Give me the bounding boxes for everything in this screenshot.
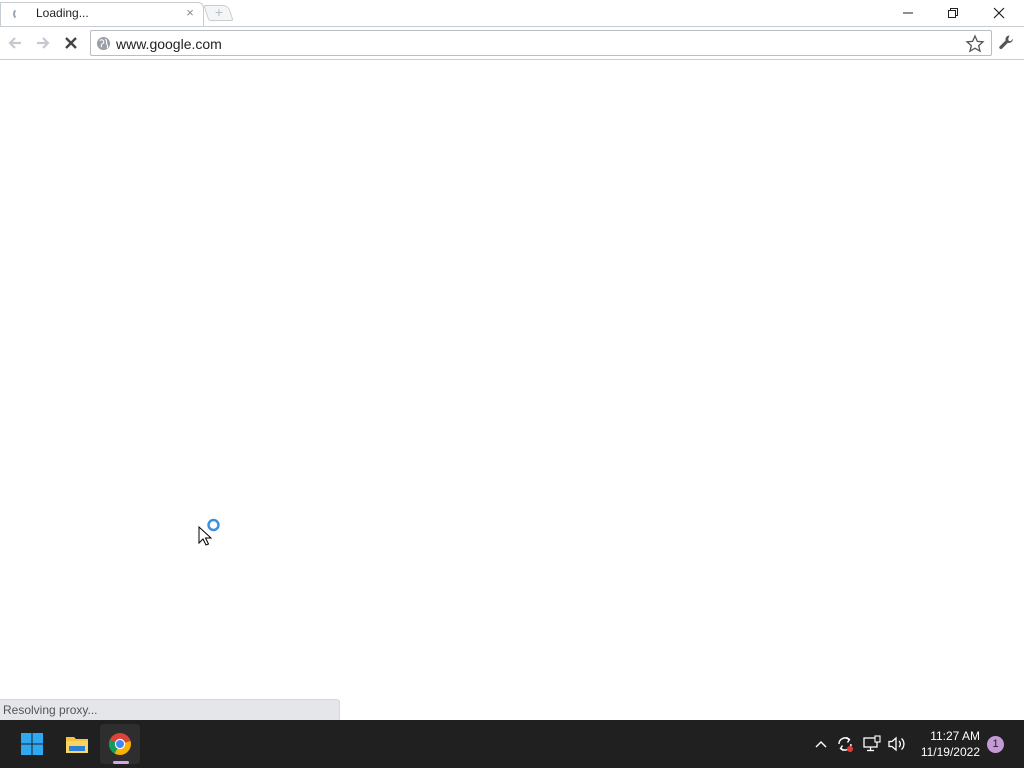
notification-badge[interactable]: 1 xyxy=(987,736,1004,753)
clock-date: 11/19/2022 xyxy=(920,745,980,759)
new-tab-plus-icon: + xyxy=(214,4,224,20)
volume-tray-button[interactable] xyxy=(887,734,907,754)
tab-title: Loading... xyxy=(36,6,89,20)
status-text: Resolving proxy... xyxy=(3,703,98,717)
minimize-button[interactable] xyxy=(885,0,931,26)
network-icon xyxy=(863,735,881,752)
forward-button[interactable] xyxy=(32,32,56,54)
busy-cursor-icon xyxy=(198,518,220,546)
maximize-button[interactable] xyxy=(930,0,976,26)
restore-icon xyxy=(948,8,958,18)
back-arrow-icon xyxy=(8,37,21,49)
url-text: www.google.com xyxy=(116,36,222,52)
settings-menu-button[interactable] xyxy=(996,32,1018,54)
chevron-up-icon xyxy=(815,741,827,748)
tab-strip: Loading... × + xyxy=(0,0,1024,26)
minimize-icon xyxy=(903,12,913,14)
file-explorer-icon xyxy=(66,737,88,753)
status-bubble: Resolving proxy... xyxy=(0,699,340,720)
clock-time: 11:27 AM xyxy=(930,729,980,743)
chrome-icon xyxy=(108,733,131,755)
bookmark-star-icon[interactable] xyxy=(965,34,985,54)
volume-icon xyxy=(888,736,905,752)
browser-toolbar: www.google.com xyxy=(0,26,1024,60)
chrome-taskbar-button[interactable] xyxy=(100,724,140,764)
stop-icon xyxy=(65,37,77,49)
active-app-indicator xyxy=(113,761,129,764)
sync-tray-button[interactable] xyxy=(835,734,855,754)
file-explorer-button[interactable] xyxy=(57,724,97,764)
windows-start-icon xyxy=(21,733,43,755)
show-hidden-icons-button[interactable] xyxy=(811,734,831,754)
sync-icon xyxy=(838,736,853,752)
loading-spinner-icon xyxy=(13,8,25,20)
taskbar-clock[interactable]: 11:27 AM 11/19/2022 xyxy=(914,728,980,762)
page-content[interactable] xyxy=(0,61,1024,720)
forward-arrow-icon xyxy=(37,37,50,49)
network-tray-button[interactable] xyxy=(862,734,882,754)
browser-tab[interactable]: Loading... × xyxy=(0,2,204,26)
close-window-button[interactable] xyxy=(976,0,1022,26)
globe-icon xyxy=(96,36,111,51)
wrench-icon xyxy=(999,35,1013,50)
close-icon xyxy=(993,7,1005,19)
address-bar[interactable]: www.google.com xyxy=(90,30,992,56)
stop-button[interactable] xyxy=(60,32,84,54)
start-button[interactable] xyxy=(12,724,52,764)
tab-close-button[interactable]: × xyxy=(183,6,197,20)
back-button[interactable] xyxy=(4,32,28,54)
